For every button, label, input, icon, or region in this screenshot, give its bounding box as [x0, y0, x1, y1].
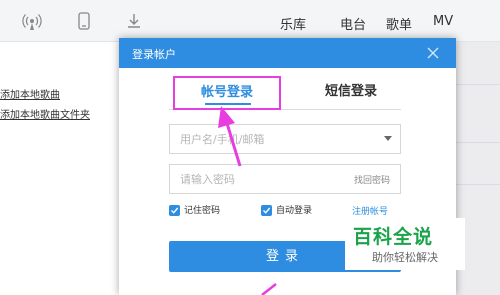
active-tab-indicator	[205, 103, 251, 105]
broadcast-icon[interactable]	[22, 11, 42, 31]
username-field[interactable]	[169, 124, 401, 154]
add-local-songs-link[interactable]: 添加本地歌曲	[0, 86, 60, 101]
auto-login-label: 自动登录	[276, 206, 313, 216]
chevron-down-icon[interactable]	[384, 136, 392, 141]
nav-library[interactable]: 乐库	[280, 14, 306, 33]
download-icon[interactable]	[124, 11, 144, 31]
username-input[interactable]	[180, 125, 375, 153]
password-input[interactable]	[180, 165, 340, 193]
close-icon[interactable]	[425, 45, 441, 61]
nav-playlists[interactable]: 歌单	[386, 14, 412, 33]
add-local-folder-link[interactable]: 添加本地歌曲文件夹	[0, 106, 90, 121]
register-link[interactable]: 注册帐号	[352, 204, 388, 217]
remember-password-label: 记住密码	[184, 206, 221, 216]
login-tabs: 帐号登录 短信登录	[169, 72, 401, 110]
watermark-subtitle: 助你轻松解决	[372, 251, 438, 264]
remember-password-option[interactable]: 记住密码	[169, 204, 239, 218]
dialog-title: 登录帐户	[132, 48, 176, 61]
checkbox-checked-icon[interactable]	[169, 205, 180, 216]
tab-sms-login[interactable]: 短信登录	[311, 80, 391, 99]
checkbox-checked-icon[interactable]	[261, 205, 272, 216]
nav-radio[interactable]: 电台	[340, 14, 366, 33]
mobile-phone-icon[interactable]	[74, 11, 94, 31]
auto-login-option[interactable]: 自动登录	[261, 204, 331, 218]
forgot-password-link[interactable]: 找回密码	[354, 173, 390, 186]
tab-account-label: 帐号登录	[200, 85, 253, 100]
watermark: 百科全说 助你轻松解决	[345, 218, 465, 270]
nav-mv[interactable]: MV	[433, 14, 453, 29]
password-field[interactable]: 找回密码	[169, 164, 401, 194]
watermark-logo: 百科全说	[353, 226, 434, 248]
tab-account-login[interactable]: 帐号登录	[173, 76, 281, 110]
background-panel: 添加本地歌曲 添加本地歌曲文件夹	[0, 42, 120, 295]
top-navigation-bar: 乐库 电台 歌单 MV	[0, 0, 500, 42]
dialog-header: 登录帐户	[119, 38, 456, 68]
